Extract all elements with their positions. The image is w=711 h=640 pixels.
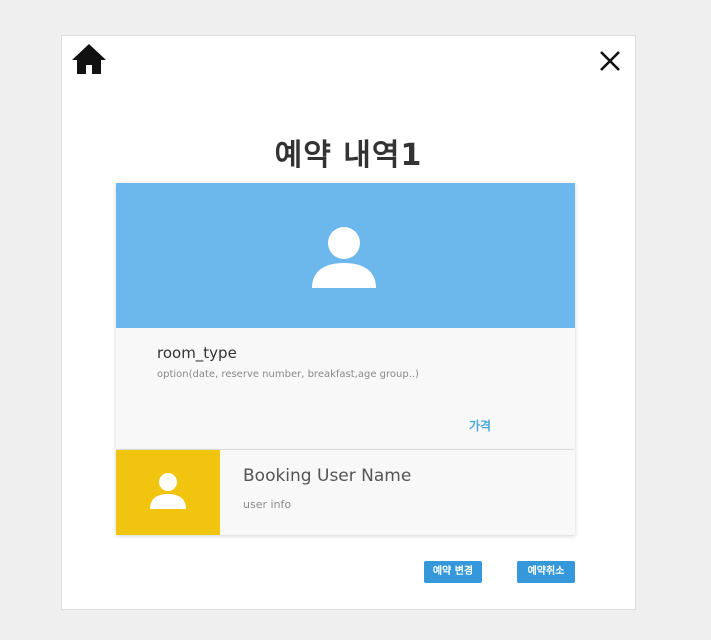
room-image xyxy=(116,183,575,328)
person-icon xyxy=(312,227,376,288)
close-button[interactable] xyxy=(597,48,623,74)
home-button[interactable] xyxy=(70,42,108,76)
close-icon xyxy=(600,51,620,71)
avatar xyxy=(116,450,220,535)
person-icon xyxy=(150,473,186,509)
change-reservation-button[interactable]: 예약 변경 xyxy=(424,561,482,583)
home-icon xyxy=(72,44,106,74)
user-card: Booking User Name user info xyxy=(116,450,575,535)
reservation-dialog: 예약 내역1 room_type option(date, reserve nu… xyxy=(61,35,636,610)
user-name: Booking User Name xyxy=(243,466,412,486)
page-title: 예약 내역1 xyxy=(274,138,423,173)
room-price[interactable]: 가격 xyxy=(469,417,491,434)
room-option: option(date, reserve number, breakfast,a… xyxy=(157,369,419,380)
cancel-reservation-button[interactable]: 예약취소 xyxy=(517,561,575,583)
room-card: room_type option(date, reserve number, b… xyxy=(116,183,575,449)
user-info: user info xyxy=(243,498,292,511)
room-type: room_type xyxy=(157,344,237,362)
